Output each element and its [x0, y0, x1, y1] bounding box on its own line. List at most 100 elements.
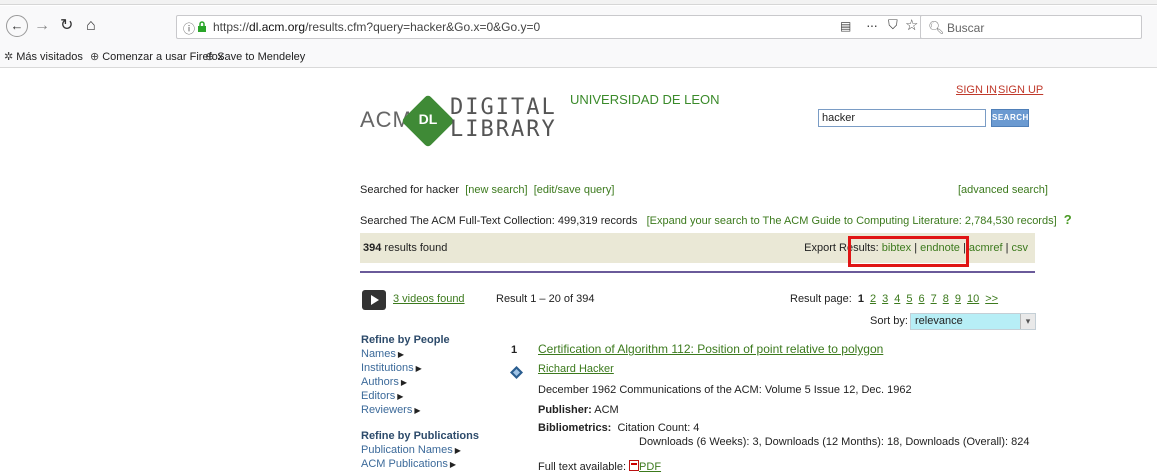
bookmark-save-mendeley[interactable]: ⊕ Save to Mendeley: [205, 50, 305, 63]
url-text: https://dl.acm.org/results.cfm?query=hac…: [213, 20, 541, 34]
refine-item-label: Names: [361, 348, 396, 360]
tab-strip-edge: [0, 0, 1157, 5]
refine-item-label: ACM Publications: [361, 458, 448, 470]
gear-icon: ✲: [4, 51, 14, 63]
refine-people-heading: Refine by People: [361, 334, 450, 346]
bookmark-mas-visitados[interactable]: ✲ Más visitados: [4, 50, 83, 63]
help-icon[interactable]: ?: [1064, 212, 1072, 227]
page-label: Result page:: [790, 293, 855, 305]
refine-item-label: Institutions: [361, 362, 414, 374]
refine-item-label: Reviewers: [361, 404, 413, 416]
reader-view-icon[interactable]: ▤: [840, 19, 851, 33]
bookmark-star-icon[interactable]: ☆: [905, 16, 918, 34]
new-search-link[interactable]: [new search]: [465, 184, 527, 196]
videos-found-link[interactable]: 3 videos found: [393, 293, 465, 305]
logo-dl-text: DL: [418, 111, 438, 127]
institution-name: UNIVERSIDAD DE LEON: [570, 92, 720, 107]
home-icon[interactable]: ⌂: [86, 18, 96, 34]
sort-by-label: Sort by:: [870, 315, 908, 327]
play-icon: [371, 295, 379, 305]
expand-search-link[interactable]: [Expand your search to The ACM Guide to …: [647, 215, 1057, 227]
sort-select[interactable]: relevance ▾: [910, 313, 1036, 330]
refine-item-label: Editors: [361, 390, 396, 402]
refine-publications-heading: Refine by Publications: [361, 430, 479, 442]
arrow-right-icon: ▶: [415, 364, 422, 373]
page-link[interactable]: 9: [955, 293, 961, 305]
logo-library-text: LIBRARY: [450, 117, 557, 142]
page-link[interactable]: 7: [931, 293, 937, 305]
result-fulltext: Full text available: PDF: [538, 460, 662, 472]
edit-save-query-link[interactable]: [edit/save query]: [534, 184, 615, 196]
acm-dl-logo[interactable]: ACM DL DIGITAL LIBRARY: [360, 80, 560, 150]
chevron-down-icon: ▾: [1020, 314, 1035, 329]
result-bibliometrics: Bibliometrics: Citation Count: 4: [538, 422, 700, 434]
pocket-icon[interactable]: ⛉: [888, 17, 898, 33]
collection-line: Searched The ACM Full-Text Collection: 4…: [360, 212, 1072, 227]
refine-acm-publications[interactable]: ACM Publications ▶: [361, 458, 456, 470]
page-link[interactable]: 6: [918, 293, 924, 305]
search-button[interactable]: SEARCH: [991, 109, 1029, 127]
bookmark-label: Save to Mendeley: [217, 51, 306, 63]
browser-search-placeholder: Buscar: [947, 21, 985, 35]
pdf-icon[interactable]: [629, 460, 640, 471]
collection-text: Searched The ACM Full-Text Collection: 4…: [360, 215, 638, 227]
browser-search-input[interactable]: 🔍︎ Buscar: [920, 15, 1142, 39]
refine-reviewers[interactable]: Reviewers ▶: [361, 404, 421, 416]
result-downloads: Downloads (6 Weeks): 3, Downloads (12 Mo…: [639, 436, 1030, 448]
results-count: 394 results found: [363, 242, 448, 254]
acm-search-input[interactable]: [818, 109, 986, 127]
refine-publication-names[interactable]: Publication Names ▶: [361, 444, 461, 456]
bookmark-comenzar-firefox[interactable]: ⊕ Comenzar a usar Firefox: [90, 50, 223, 63]
page-link[interactable]: 3: [882, 293, 888, 305]
section-divider: [360, 271, 1035, 273]
article-type-icon: [510, 366, 523, 379]
globe-icon: ⊕: [90, 51, 100, 63]
page-actions-icon[interactable]: ···: [866, 17, 878, 33]
globe-icon: ⊕: [205, 51, 215, 63]
sign-up-link[interactable]: SIGN UP: [998, 84, 1043, 96]
arrow-right-icon: ▶: [449, 460, 456, 469]
reload-icon[interactable]: ↻: [60, 18, 73, 34]
result-author-link[interactable]: Richard Hacker: [538, 363, 614, 375]
arrow-right-icon: ▶: [397, 392, 404, 401]
arrow-right-icon: ▶: [400, 378, 408, 387]
browser-toolbar: ← → ↻ ⌂ ⓘ https://dl.acm.org/results.cfm…: [0, 6, 1157, 46]
result-publisher: Publisher: ACM: [538, 404, 619, 416]
arrow-right-icon: ▶: [454, 446, 461, 455]
result-number: 1: [511, 344, 518, 356]
sign-in-link[interactable]: SIGN IN: [956, 84, 997, 96]
result-date-line: December 1962 Communications of the ACM:…: [538, 384, 912, 396]
page-link[interactable]: 4: [894, 293, 900, 305]
searched-for-line: Searched for hacker [new search] [edit/s…: [360, 184, 614, 196]
refine-item-label: Authors: [361, 376, 399, 388]
play-videos-button[interactable]: [362, 290, 386, 310]
refine-names[interactable]: Names ▶: [361, 348, 404, 360]
result-title-link[interactable]: Certification of Algorithm 112: Position…: [538, 342, 883, 356]
refine-editors[interactable]: Editors ▶: [361, 390, 403, 402]
page-link[interactable]: 5: [906, 293, 912, 305]
refine-item-label: Publication Names: [361, 444, 453, 456]
export-csv-link[interactable]: csv: [1012, 242, 1029, 254]
sort-value: relevance: [915, 315, 963, 327]
back-arrow-icon[interactable]: ←: [6, 15, 28, 37]
bookmark-label: Más visitados: [16, 51, 83, 63]
page-link[interactable]: 2: [870, 293, 876, 305]
search-icon: 🔍︎: [928, 20, 945, 35]
refine-authors[interactable]: Authors ▶: [361, 376, 407, 388]
advanced-search-link[interactable]: [advanced search]: [958, 184, 1048, 196]
page-link[interactable]: 10: [967, 293, 979, 305]
refine-institutions[interactable]: Institutions ▶: [361, 362, 422, 374]
highlight-annotation-box: [848, 236, 969, 267]
lock-icon[interactable]: [197, 21, 207, 32]
info-icon[interactable]: ⓘ: [183, 20, 195, 37]
page-link[interactable]: 8: [943, 293, 949, 305]
next-pages-link[interactable]: >>: [985, 293, 998, 305]
export-acmref-link[interactable]: acmref: [969, 242, 1003, 254]
forward-arrow-icon[interactable]: →: [34, 18, 50, 34]
current-page: 1: [857, 293, 864, 305]
arrow-right-icon: ▶: [397, 350, 404, 359]
result-range: Result 1 – 20 of 394: [496, 293, 595, 305]
searched-for-text: Searched for hacker: [360, 184, 460, 196]
pdf-link[interactable]: PDF: [639, 461, 661, 472]
bookmarks-bar: ✲ Más visitados ⊕ Comenzar a usar Firefox …: [0, 46, 1157, 68]
